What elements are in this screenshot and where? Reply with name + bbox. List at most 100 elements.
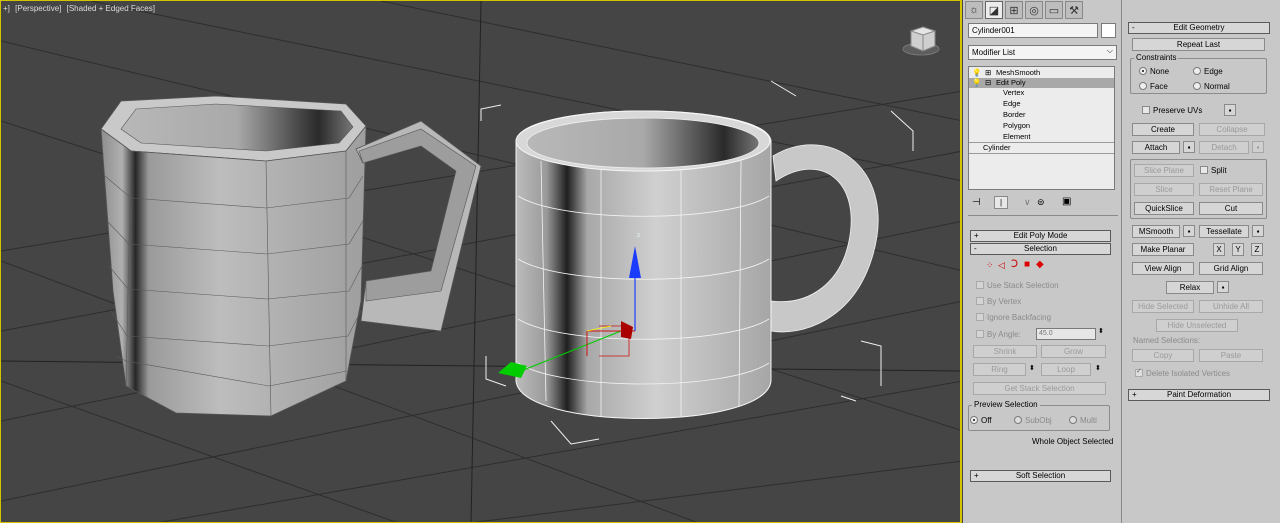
ignore-backfacing-checkbox[interactable] bbox=[976, 313, 984, 321]
configure-sets-icon[interactable]: ▣ bbox=[1062, 196, 1071, 207]
modifier-list-dropdown[interactable]: Modifier List ⌵ bbox=[968, 45, 1117, 60]
attach-settings-icon[interactable]: ▪ bbox=[1183, 141, 1195, 153]
subobject-level-buttons: ⁘ ◁ Ↄ ■ ◆ bbox=[986, 259, 1066, 273]
hierarchy-tab-icon[interactable]: ⊞ bbox=[1005, 1, 1023, 19]
tessellate-button[interactable]: Tessellate bbox=[1199, 225, 1249, 238]
vertex-mode-icon[interactable]: ⁘ bbox=[986, 260, 994, 271]
stack-item-edge[interactable]: Edge bbox=[1003, 99, 1148, 109]
make-unique-icon[interactable]: ∨ bbox=[1024, 197, 1031, 208]
angle-spinner-input[interactable]: 45.0 bbox=[1036, 328, 1096, 340]
stack-item-meshsmooth[interactable]: 💡 ⊞ MeshSmooth bbox=[969, 68, 1114, 78]
slice-button[interactable]: Slice bbox=[1134, 183, 1194, 196]
detach-button[interactable]: Detach bbox=[1199, 141, 1249, 154]
shrink-button[interactable]: Shrink bbox=[973, 345, 1037, 358]
stack-item-edit-poly[interactable]: 💡 ⊟ Edit Poly bbox=[969, 78, 1114, 88]
polygon-mode-icon[interactable]: ■ bbox=[1024, 259, 1030, 270]
paint-deformation-rollout[interactable]: + Paint Deformation bbox=[1128, 389, 1270, 401]
stack-item-element[interactable]: Element bbox=[1003, 132, 1148, 142]
lightbulb-icon[interactable]: 💡 bbox=[972, 78, 981, 88]
constraint-face-radio[interactable] bbox=[1139, 82, 1147, 90]
split-checkbox[interactable] bbox=[1200, 166, 1208, 174]
constraint-edge-radio[interactable] bbox=[1193, 67, 1201, 75]
modify-tab-icon[interactable]: ◪ bbox=[985, 1, 1003, 19]
edit-geometry-rollout[interactable]: - Edit Geometry bbox=[1128, 22, 1270, 34]
unhide-all-button[interactable]: Unhide All bbox=[1199, 300, 1263, 313]
border-mode-icon[interactable]: Ↄ bbox=[1011, 259, 1018, 270]
object-name-input[interactable]: Cylinder001 bbox=[968, 23, 1098, 38]
grid-align-button[interactable]: Grid Align bbox=[1199, 262, 1263, 275]
cut-button[interactable]: Cut bbox=[1199, 202, 1263, 215]
ring-button[interactable]: Ring bbox=[973, 363, 1026, 376]
use-stack-selection-checkbox[interactable] bbox=[976, 281, 984, 289]
quickslice-button[interactable]: QuickSlice bbox=[1134, 202, 1194, 215]
loop-spinner-icon[interactable]: ⬍ bbox=[1095, 364, 1101, 372]
rollout-title: Paint Deformation bbox=[1166, 390, 1232, 399]
paste-button[interactable]: Paste bbox=[1199, 349, 1263, 362]
stack-item-border[interactable]: Border bbox=[1003, 110, 1148, 120]
edit-poly-mode-rollout[interactable]: + Edit Poly Mode bbox=[970, 230, 1111, 242]
slice-plane-button[interactable]: Slice Plane bbox=[1134, 164, 1194, 177]
relax-button[interactable]: Relax bbox=[1166, 281, 1214, 294]
expand-icon[interactable]: ⊞ bbox=[985, 68, 991, 78]
stack-item-label: MeshSmooth bbox=[996, 68, 1041, 77]
stack-item-polygon[interactable]: Polygon bbox=[1003, 121, 1148, 131]
object-color-swatch[interactable] bbox=[1101, 23, 1116, 38]
pin-stack-icon[interactable]: ⊣ bbox=[972, 197, 981, 208]
remove-modifier-icon[interactable]: ⊜ bbox=[1037, 197, 1045, 208]
reset-plane-button[interactable]: Reset Plane bbox=[1199, 183, 1263, 196]
perspective-viewport[interactable]: z +] [Perspective] [Shaded + Edged Faces… bbox=[0, 0, 962, 523]
spinner-arrows-icon[interactable]: ⬍ bbox=[1098, 327, 1104, 335]
modifier-stack[interactable]: 💡 ⊞ MeshSmooth 💡 ⊟ Edit Poly Vertex Edge… bbox=[968, 66, 1115, 190]
smooth-mug[interactable] bbox=[515, 110, 879, 419]
constraint-normal-radio[interactable] bbox=[1193, 82, 1201, 90]
create-tab-icon[interactable]: ☼ bbox=[965, 1, 983, 19]
preserve-uvs-checkbox[interactable] bbox=[1142, 106, 1150, 114]
preview-off-radio[interactable] bbox=[970, 416, 978, 424]
make-planar-button[interactable]: Make Planar bbox=[1132, 243, 1194, 256]
planar-x-button[interactable]: X bbox=[1213, 243, 1225, 256]
attach-button[interactable]: Attach bbox=[1132, 141, 1180, 154]
detach-settings-icon[interactable]: ▪ bbox=[1252, 141, 1264, 153]
by-angle-checkbox[interactable] bbox=[976, 330, 984, 338]
element-mode-icon[interactable]: ◆ bbox=[1036, 259, 1044, 270]
get-stack-selection-button[interactable]: Get Stack Selection bbox=[973, 382, 1106, 395]
msmooth-button[interactable]: MSmooth bbox=[1132, 225, 1180, 238]
stack-item-vertex[interactable]: Vertex bbox=[1003, 88, 1148, 98]
relax-settings-icon[interactable]: ▪ bbox=[1217, 281, 1229, 293]
repeat-last-button[interactable]: Repeat Last bbox=[1132, 38, 1265, 51]
by-vertex-checkbox[interactable] bbox=[976, 297, 984, 305]
low-poly-mug[interactable] bbox=[100, 95, 482, 417]
ring-spinner-icon[interactable]: ⬍ bbox=[1029, 364, 1035, 372]
lightbulb-icon[interactable]: 💡 bbox=[972, 68, 981, 78]
view-align-button[interactable]: View Align bbox=[1132, 262, 1194, 275]
viewcube[interactable] bbox=[902, 26, 940, 56]
preserve-uvs-label: Preserve UVs bbox=[1153, 106, 1203, 115]
hide-unselected-button[interactable]: Hide Unselected bbox=[1156, 319, 1238, 332]
collapse-button[interactable]: Collapse bbox=[1199, 123, 1265, 136]
loop-button[interactable]: Loop bbox=[1041, 363, 1091, 376]
copy-button[interactable]: Copy bbox=[1132, 349, 1194, 362]
constraint-none-radio[interactable] bbox=[1139, 67, 1147, 75]
tessellate-settings-icon[interactable]: ▪ bbox=[1252, 225, 1264, 237]
show-end-result-icon[interactable]: | bbox=[994, 196, 1008, 209]
msmooth-settings-icon[interactable]: ▪ bbox=[1183, 225, 1195, 237]
view-type-menu[interactable]: [Perspective] bbox=[15, 4, 61, 13]
edge-mode-icon[interactable]: ◁ bbox=[998, 260, 1005, 271]
preview-multi-radio[interactable] bbox=[1069, 416, 1077, 424]
display-tab-icon[interactable]: ▭ bbox=[1045, 1, 1063, 19]
soft-selection-rollout[interactable]: + Soft Selection bbox=[970, 470, 1111, 482]
viewport-menu[interactable]: +] bbox=[3, 4, 10, 13]
motion-tab-icon[interactable]: ◎ bbox=[1025, 1, 1043, 19]
planar-z-button[interactable]: Z bbox=[1251, 243, 1263, 256]
collapse-icon[interactable]: ⊟ bbox=[985, 78, 991, 88]
preserve-uvs-settings-icon[interactable]: ▪ bbox=[1224, 104, 1236, 116]
utilities-tab-icon[interactable]: ⚒ bbox=[1065, 1, 1083, 19]
preview-subobj-radio[interactable] bbox=[1014, 416, 1022, 424]
stack-item-cylinder[interactable]: Cylinder bbox=[983, 143, 1128, 153]
hide-selected-button[interactable]: Hide Selected bbox=[1132, 300, 1194, 313]
create-button[interactable]: Create bbox=[1132, 123, 1194, 136]
selection-rollout[interactable]: - Selection bbox=[970, 243, 1111, 255]
grow-button[interactable]: Grow bbox=[1041, 345, 1106, 358]
shading-menu[interactable]: [Shaded + Edged Faces] bbox=[67, 4, 155, 13]
planar-y-button[interactable]: Y bbox=[1232, 243, 1244, 256]
